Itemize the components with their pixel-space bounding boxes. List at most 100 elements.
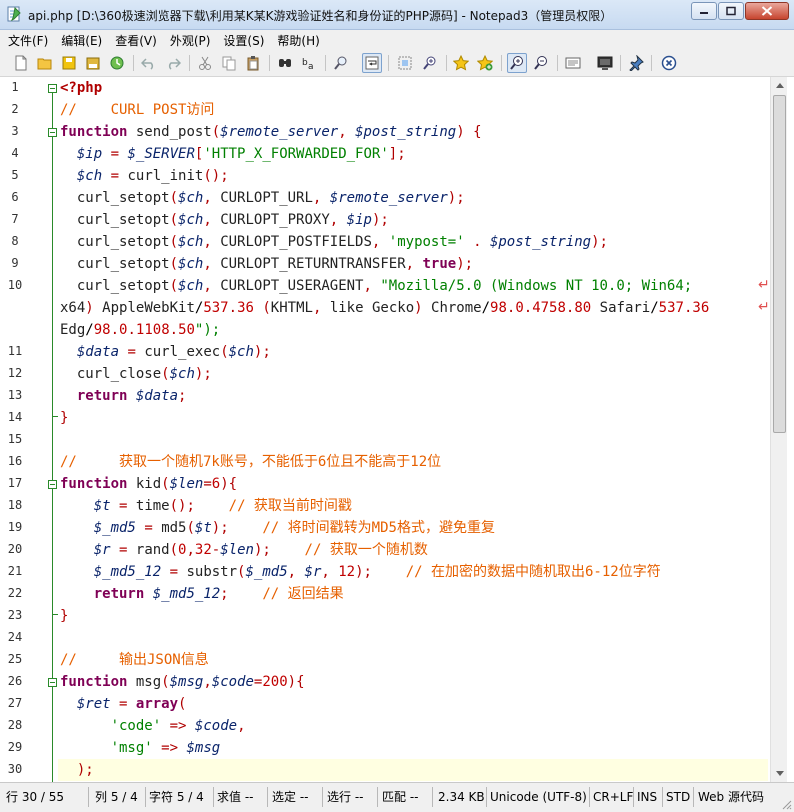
code-line[interactable]: curl_setopt($ch, CURLOPT_USERAGENT, "Moz… [60,275,692,297]
copy-button[interactable] [219,53,239,73]
close-icon [761,6,773,16]
replace-button[interactable]: ba [299,53,319,73]
code-line[interactable]: curl_setopt($ch, CURLOPT_URL, $remote_se… [60,187,465,209]
code-line[interactable]: function send_post($remote_server, $post… [60,121,482,143]
status-column[interactable]: 列 5 / 4 [95,788,138,806]
code-line[interactable]: $_md5 = md5($t); // 将时间戳转为MD5格式，避免重复 [60,517,495,539]
code-line[interactable]: curl_setopt($ch, CURLOPT_PROXY, $ip); [60,209,389,231]
code-line[interactable]: <?php [60,77,102,99]
menu-appearance[interactable]: 外观(P) [170,32,211,49]
find-file-button[interactable] [331,53,351,73]
code-line[interactable]: $t = time(); // 获取当前时间戳 [60,495,352,517]
code-line[interactable]: $ip = $_SERVER['HTTP_X_FORWARDED_FOR']; [60,143,406,165]
open-file-button[interactable] [35,53,55,73]
scroll-up-button[interactable] [771,77,788,94]
minimize-button[interactable] [691,2,717,20]
code-line[interactable]: $data = curl_exec($ch); [60,341,271,363]
code-line[interactable]: curl_setopt($ch, CURLOPT_POSTFIELDS, 'my… [60,231,608,253]
scroll-down-button[interactable] [771,765,788,782]
fold-toggle[interactable] [48,128,57,137]
browse-button[interactable] [107,53,127,73]
status-insert-mode[interactable]: INS [637,788,657,806]
code-line[interactable]: } [60,605,68,627]
maximize-button[interactable] [718,2,744,20]
status-eol[interactable]: CR+LF [593,788,633,806]
code-line[interactable]: // 输出JSON信息 [60,649,209,671]
status-value: 求值 -- [217,790,254,804]
code-text[interactable]: <?php// CURL POST访问 function send_post($r… [60,77,770,782]
line-number-gutter: 1 2 3 4 5 6 7 8 9 10 11 12 13 14 15 16 1… [0,77,46,782]
code-line[interactable]: x64) AppleWebKit/537.36 (KHTML, like Gec… [60,297,709,319]
line-number: 13 [7,388,23,402]
code-line[interactable]: ); [60,759,94,781]
code-line[interactable]: $r = rand(0,32-$len); // 获取一个随机数 [60,539,428,561]
zoom-find-button[interactable] [420,53,440,73]
line-number: 8 [11,234,19,248]
code-line[interactable]: $ret = array( [60,693,187,715]
status-line[interactable]: 行 30 / 55 [6,788,64,806]
find-button[interactable] [275,53,295,73]
fold-toggle[interactable] [48,480,57,489]
status-standard[interactable]: STD [666,788,690,806]
editor-area[interactable]: 1 2 3 4 5 6 7 8 9 10 11 12 13 14 15 16 1… [0,77,794,782]
line-number: 21 [7,564,23,578]
status-selection: 选定 -- [272,790,309,804]
monitor-button[interactable] [595,53,615,73]
zoom-find-icon [423,56,436,70]
code-line[interactable]: $_md5_12 = substr($_md5, $r, 12); // 在加密… [60,561,661,583]
schemes-button[interactable] [563,53,583,73]
fold-toggle[interactable] [48,84,57,93]
exit-button[interactable] [659,53,679,73]
word-wrap-button[interactable] [362,53,382,73]
paste-button[interactable] [243,53,263,73]
new-file-button[interactable] [11,53,31,73]
code-line[interactable]: } [60,407,68,429]
resize-grip-icon[interactable] [780,798,792,810]
close-button[interactable] [745,2,789,20]
line-number: 16 [7,454,23,468]
menu-settings[interactable]: 设置(S) [223,32,264,49]
vertical-scrollbar[interactable] [770,77,787,782]
code-line[interactable]: return $data; [60,385,187,407]
code-line[interactable]: function kid($len=6){ [60,473,237,495]
save-all-button[interactable] [83,53,103,73]
code-line[interactable]: // 获取一个随机7k账号，不能低于6位且不能高于12位 [60,451,441,473]
fold-toggle[interactable] [48,678,57,687]
line-number: 20 [7,542,23,556]
status-selected-lines: 选行 -- [327,790,364,804]
wrap-indicator-icon: ↵ [758,299,770,315]
menu-help[interactable]: 帮助(H) [277,32,319,49]
scroll-thumb[interactable] [773,95,786,433]
line-number: 23 [7,608,23,622]
pin-button[interactable] [626,53,646,73]
code-line[interactable]: Edg/98.0.1108.50"); [60,319,220,341]
code-line[interactable]: return $_md5_12; // 返回结果 [60,583,344,605]
zoom-out-button[interactable] [531,53,551,73]
status-encoding[interactable]: Unicode (UTF-8) [490,788,587,806]
wrap-indicator-icon: ↵ [758,277,770,293]
save-file-button[interactable] [59,53,79,73]
favorite-button[interactable] [451,53,471,73]
select-block-button[interactable] [395,53,415,73]
scroll-down-icon [775,771,784,776]
new-file-icon [15,55,27,71]
menu-edit[interactable]: 编辑(E) [61,32,102,49]
add-favorite-button[interactable] [475,53,495,73]
menu-file[interactable]: 文件(F) [8,32,48,49]
code-line[interactable]: curl_setopt($ch, CURLOPT_RETURNTRANSFER,… [60,253,473,275]
undo-button[interactable] [139,53,159,73]
menu-view[interactable]: 查看(V) [115,32,157,49]
zoom-in-button[interactable] [507,53,527,73]
copy-icon [222,56,236,71]
status-lexer[interactable]: Web 源代码 [698,788,764,806]
cut-button[interactable] [195,53,215,73]
code-line[interactable]: function msg($msg,$code=200){ [60,671,305,693]
code-line[interactable]: curl_close($ch); [60,363,212,385]
code-line[interactable]: 'code' => $code, [60,715,246,737]
title-bar: api.php [D:\360极速浏览器下载\利用某K某K游戏验证姓名和身份证的… [0,0,794,30]
code-line[interactable]: $ch = curl_init(); [60,165,229,187]
code-line[interactable]: 'msg' => $msg [60,737,221,759]
redo-button[interactable] [163,53,183,73]
code-line[interactable]: // CURL POST访问 [60,99,214,121]
line-number: 7 [11,212,19,226]
